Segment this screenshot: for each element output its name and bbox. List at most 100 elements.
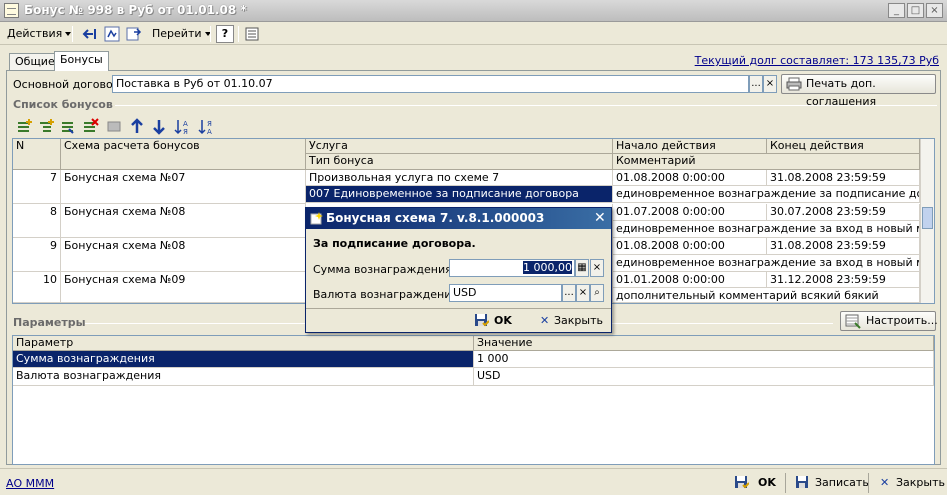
delete-row-icon[interactable] — [82, 118, 99, 135]
printer-icon — [786, 77, 802, 91]
toolbar: Действия Перейти ? — [0, 22, 947, 45]
save-disk-icon — [474, 313, 489, 328]
cell-param: Сумма вознаграждения — [13, 351, 474, 368]
close-icon: ✕ — [880, 476, 890, 489]
minimize-button[interactable]: _ — [888, 3, 905, 18]
column-header-start[interactable]: Начало действия — [613, 139, 767, 154]
dialog-title-bar: Бонусная схема 7. v.8.1.000003 ✕ — [306, 208, 611, 229]
structure-icon[interactable] — [103, 25, 121, 43]
goto-menu[interactable]: Перейти — [150, 25, 213, 43]
cell-scheme: Бонусная схема №08 — [61, 204, 306, 238]
close-window-button[interactable]: × — [926, 3, 943, 18]
svg-text:A: A — [183, 120, 188, 128]
toolbar-separator — [238, 26, 239, 42]
add-group-icon[interactable] — [38, 118, 55, 135]
column-header-param[interactable]: Параметр — [13, 336, 474, 351]
refresh-icon[interactable] — [125, 25, 143, 43]
svg-text:Я: Я — [183, 128, 188, 135]
print-agreement-button[interactable]: Печать доп. соглашения — [781, 74, 936, 108]
add-row-icon[interactable] — [16, 118, 33, 135]
contract-choose-button[interactable]: ... — [749, 75, 763, 93]
tab-bonuses[interactable]: Бонусы — [54, 51, 109, 71]
dialog-title: Бонусная схема 7. v.8.1.000003 — [326, 211, 545, 225]
column-header-value[interactable]: Значение — [474, 336, 934, 351]
cell-comment: единовременное вознаграждение за вход в … — [613, 221, 920, 238]
close-button[interactable]: ✕ Закрыть — [878, 474, 945, 492]
save-button[interactable]: Записать — [795, 474, 869, 492]
dialog-ok-button[interactable]: OK — [474, 312, 512, 330]
column-header-n[interactable]: N — [13, 139, 61, 170]
bottom-separator — [785, 473, 786, 493]
bonus-list-title: Список бонусов — [13, 98, 113, 111]
currency-field[interactable]: USD — [449, 284, 562, 302]
scrollbar-thumb[interactable] — [922, 207, 933, 229]
actions-menu[interactable]: Действия — [5, 25, 73, 43]
back-arrow-icon[interactable] — [80, 25, 98, 43]
maximize-button[interactable]: □ — [907, 3, 924, 18]
copy-row-icon[interactable] — [60, 118, 77, 135]
mark-icon[interactable] — [106, 118, 123, 135]
move-down-icon[interactable] — [152, 118, 166, 135]
window-title: Бонус № 998 в Руб от 01.01.08 * — [24, 3, 247, 17]
column-header-comment[interactable]: Комментарий — [613, 154, 920, 170]
calculator-icon[interactable]: ▦ — [575, 259, 589, 277]
currency-choose-button[interactable]: ... — [562, 284, 576, 302]
cell-scheme: Бонусная схема №08 — [61, 238, 306, 272]
column-header-service[interactable]: Услуга — [306, 139, 613, 154]
contract-field[interactable]: Поставка в Руб от 01.10.07 — [112, 75, 749, 93]
cell-value: USD — [474, 368, 934, 386]
sort-ascending-icon[interactable]: AЯ — [174, 118, 192, 135]
tab-general[interactable]: Общие — [9, 53, 61, 70]
dialog-close-icon[interactable]: ✕ — [594, 208, 606, 229]
toolbar-separator — [210, 26, 211, 42]
amount-field[interactable]: 1 000,00 — [449, 259, 575, 277]
cell-start: 01.08.2008 0:00:00 — [613, 238, 767, 255]
cell-end: 31.08.2008 23:59:59 — [767, 238, 920, 255]
move-up-icon[interactable] — [130, 118, 144, 135]
bottom-separator — [868, 473, 869, 493]
settings-table-icon — [845, 314, 862, 329]
help-button[interactable]: ? — [216, 25, 234, 43]
dialog-heading: За подписание договора. — [313, 237, 476, 250]
form-icon — [310, 211, 324, 225]
cell-end: 30.07.2008 23:59:59 — [767, 204, 920, 221]
grid-toolbar: AЯ ЯA — [14, 117, 224, 137]
cell-comment: единовременное вознаграждение за подписа… — [613, 186, 920, 203]
dialog-divider — [306, 308, 611, 309]
organization-link[interactable]: АО МММ — [6, 477, 54, 490]
close-icon: ✕ — [540, 314, 550, 327]
current-debt-link[interactable]: Текущий долг составляет: 173 135,73 Руб — [695, 54, 939, 67]
bonus-scheme-dialog: Бонусная схема 7. v.8.1.000003 ✕ За подп… — [305, 207, 612, 333]
cell-scheme: Бонусная схема №07 — [61, 170, 306, 204]
cell-end: 31.12.2008 23:59:59 — [767, 272, 920, 288]
list-icon[interactable] — [243, 25, 261, 43]
cell-bonus-type[interactable]: 007 Единовременное за подписание договор… — [306, 186, 613, 203]
vertical-scrollbar[interactable] — [920, 139, 934, 303]
dialog-close-button[interactable]: ✕ Закрыть — [538, 312, 603, 330]
cell-comment: дополнительный комментарий всякий бякий — [613, 288, 920, 303]
params-table[interactable]: Параметр Значение Сумма вознаграждения 1… — [12, 335, 935, 465]
ok-button[interactable]: OK — [732, 474, 776, 492]
currency-clear-button[interactable]: × — [576, 284, 590, 302]
cell-scheme: Бонусная схема №09 — [61, 272, 306, 303]
sort-descending-icon[interactable]: ЯA — [198, 118, 216, 135]
save-disk-icon — [734, 475, 749, 490]
svg-text:Я: Я — [207, 120, 212, 128]
currency-search-icon[interactable]: ⌕ — [590, 284, 604, 302]
contract-clear-button[interactable]: × — [763, 75, 777, 93]
save-disk-icon — [795, 475, 810, 490]
amount-clear-button[interactable]: × — [590, 259, 604, 277]
configure-button[interactable]: Настроить... — [840, 311, 938, 331]
document-icon — [4, 3, 19, 18]
cell-n: 7 — [13, 170, 61, 204]
column-header-end[interactable]: Конец действия — [767, 139, 920, 154]
column-header-scheme[interactable]: Схема расчета бонусов — [61, 139, 306, 170]
cell-comment: единовременное вознаграждение за вход в … — [613, 255, 920, 272]
cell-start: 01.01.2008 0:00:00 — [613, 272, 767, 288]
section-divider — [115, 105, 937, 106]
toolbar-separator — [72, 26, 73, 42]
contract-label: Основной договор: — [13, 78, 124, 91]
cell-n: 10 — [13, 272, 61, 303]
currency-label: Валюта вознаграждения: — [313, 288, 462, 301]
column-header-bonus-type[interactable]: Тип бонуса — [306, 154, 613, 170]
